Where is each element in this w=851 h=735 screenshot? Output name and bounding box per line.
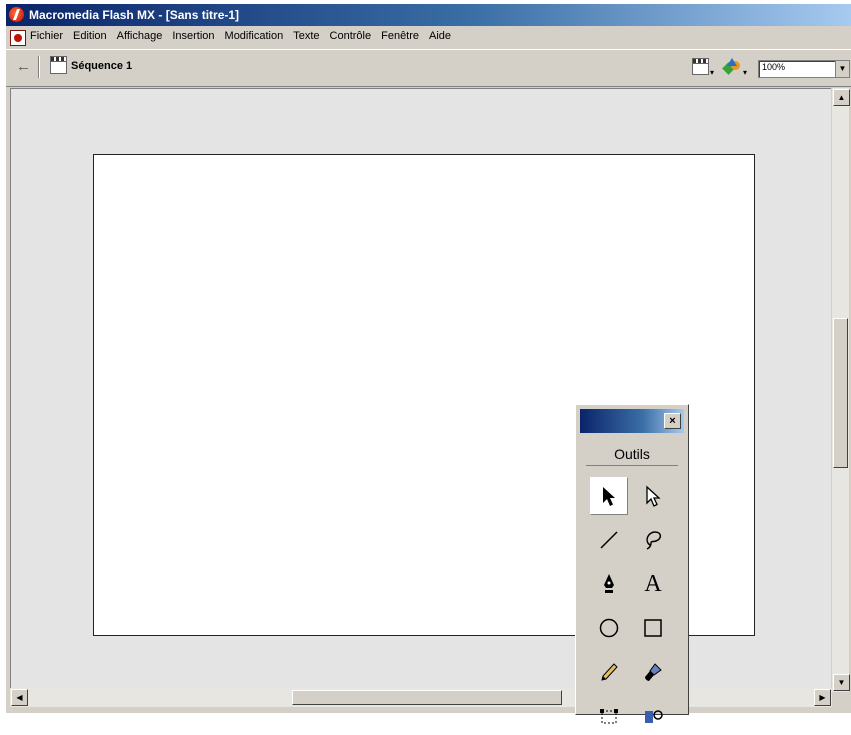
tools-panel-header: Outils [586, 443, 678, 466]
menu-modification[interactable]: Modification [225, 30, 284, 42]
arrow-tool[interactable] [590, 477, 628, 515]
line-tool[interactable] [590, 521, 628, 559]
menu-aide[interactable]: Aide [429, 30, 451, 42]
flash-app-icon[interactable] [9, 7, 24, 22]
close-icon[interactable]: × [664, 413, 681, 429]
pencil-tool-icon [601, 663, 618, 681]
menu-edition[interactable]: Edition [73, 30, 107, 42]
subselect-tool-icon [646, 485, 661, 507]
edit-bar: ← Séquence 1 ▾ ▾ 100% ▼ [6, 49, 851, 87]
edit-scene-dropdown-icon[interactable]: ▾ [710, 68, 714, 77]
horizontal-scroll-thumb[interactable] [292, 690, 562, 705]
menu-insertion[interactable]: Insertion [172, 30, 214, 42]
edit-symbol-icon[interactable] [722, 58, 740, 75]
scroll-down-icon[interactable]: ▼ [833, 674, 850, 691]
text-tool-icon: A [644, 570, 662, 597]
edit-symbol-dropdown-icon[interactable]: ▾ [743, 68, 747, 77]
window-title: Macromedia Flash MX - [Sans titre-1] [29, 8, 240, 22]
text-tool[interactable]: A [634, 565, 672, 603]
scroll-right-icon[interactable]: ▶ [814, 689, 831, 706]
lasso-tool-icon [646, 531, 662, 550]
flash-window: Macromedia Flash MX - [Sans titre-1] Fic… [6, 4, 851, 724]
tools-panel-titlebar[interactable]: × [580, 409, 684, 433]
rectangle-tool[interactable] [634, 609, 672, 647]
scene-icon [50, 56, 67, 74]
oval-tool[interactable] [590, 609, 628, 647]
document-icon[interactable] [10, 30, 26, 46]
tools-panel: × Outils A [575, 404, 689, 724]
title-bar[interactable]: Macromedia Flash MX - [Sans titre-1] [6, 4, 851, 26]
zoom-select[interactable]: 100% ▼ [758, 60, 850, 78]
free-transform-tool-icon [600, 709, 618, 724]
menu-texte[interactable]: Texte [293, 30, 319, 42]
oval-tool-icon [599, 618, 619, 638]
menu-items: Fichier Edition Affichage Insertion Modi… [30, 30, 451, 42]
fill-transform-tool-icon [645, 710, 663, 723]
toolbar-separator [38, 56, 40, 78]
scroll-up-icon[interactable]: ▲ [833, 89, 850, 106]
vertical-scroll-thumb[interactable] [833, 318, 848, 468]
pen-tool[interactable] [590, 565, 628, 603]
workspace [10, 88, 831, 689]
zoom-value: 100% [762, 62, 786, 72]
brush-tool[interactable] [634, 653, 672, 691]
free-transform-tool[interactable] [590, 697, 628, 735]
zoom-dropdown-icon[interactable]: ▼ [835, 61, 849, 77]
menu-controle[interactable]: Contrôle [330, 30, 372, 42]
pencil-tool[interactable] [590, 653, 628, 691]
line-tool-icon [600, 531, 618, 549]
menu-fenetre[interactable]: Fenêtre [381, 30, 419, 42]
lasso-tool[interactable] [634, 521, 672, 559]
vertical-scrollbar[interactable]: ▲ ▼ [832, 88, 850, 692]
pen-tool-icon [604, 574, 614, 593]
horizontal-scrollbar[interactable]: ◀ ▶ [10, 688, 832, 707]
menu-fichier[interactable]: Fichier [30, 30, 63, 42]
fill-transform-tool[interactable] [634, 697, 672, 735]
menu-affichage[interactable]: Affichage [117, 30, 163, 42]
arrow-tool-icon [603, 487, 615, 506]
back-arrow-icon[interactable]: ← [16, 58, 31, 75]
rectangle-tool-icon [644, 619, 662, 637]
scene-label[interactable]: Séquence 1 [71, 60, 132, 72]
menu-bar: Fichier Edition Affichage Insertion Modi… [6, 26, 851, 48]
brush-tool-icon [645, 663, 662, 681]
scroll-left-icon[interactable]: ◀ [11, 689, 28, 706]
edit-scene-icon[interactable] [692, 58, 709, 75]
subselect-tool[interactable] [634, 477, 672, 515]
